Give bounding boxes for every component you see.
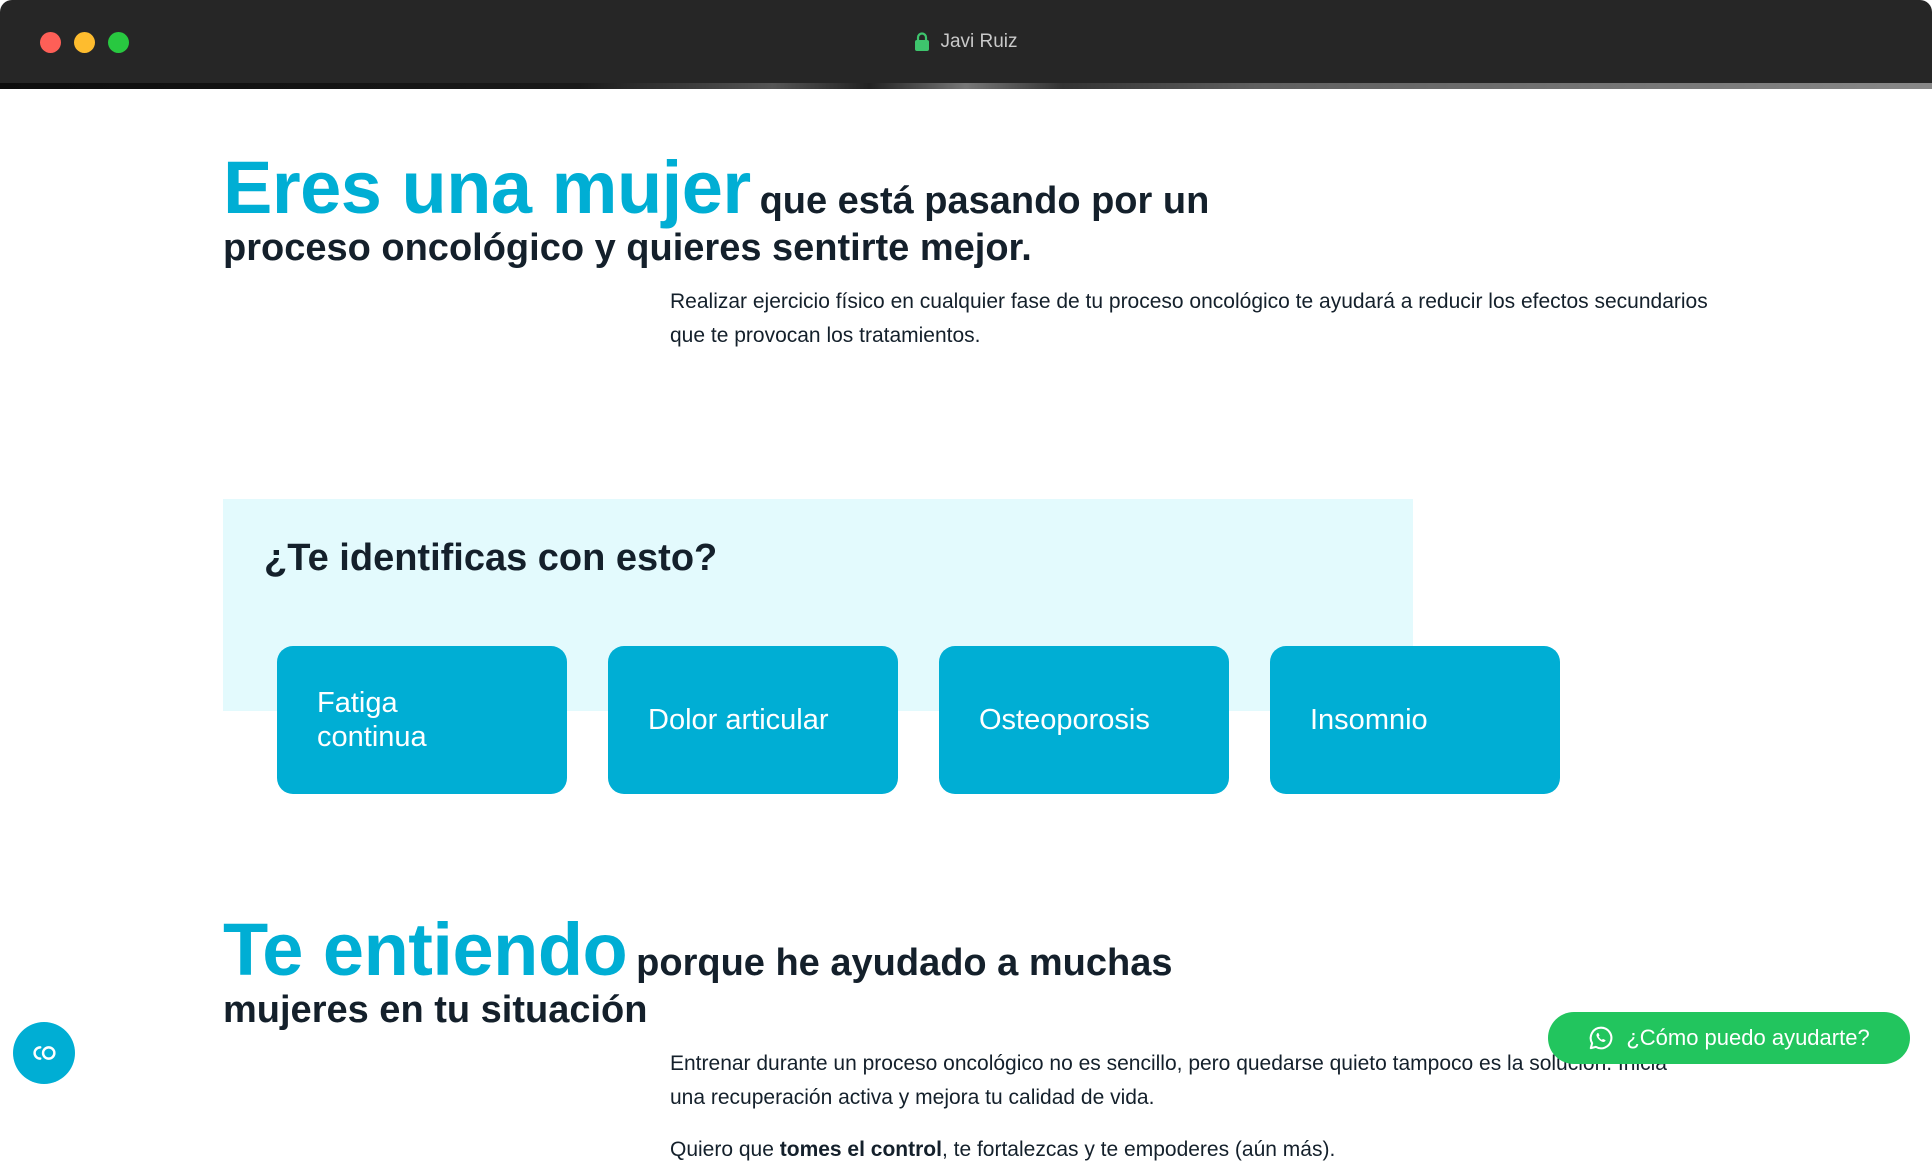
card-dolor-articular[interactable]: Dolor articular bbox=[608, 646, 898, 794]
maximize-window-button[interactable] bbox=[108, 32, 129, 53]
title-bar: Javi Ruiz bbox=[0, 0, 1932, 83]
understand-headline: Te entiendo porque he ayudado a muchas m… bbox=[223, 909, 1243, 1032]
window-title: Javi Ruiz bbox=[940, 30, 1018, 52]
close-window-button[interactable] bbox=[40, 32, 61, 53]
card-insomnio[interactable]: Insomnio bbox=[1270, 646, 1560, 794]
hero-highlight: Eres una mujer bbox=[223, 146, 751, 229]
identify-title: ¿Te identificas con esto? bbox=[264, 537, 718, 579]
window-controls bbox=[40, 32, 129, 53]
lock-icon bbox=[915, 31, 930, 51]
understand-highlight: Te entiendo bbox=[223, 908, 628, 991]
window-title-area: Javi Ruiz bbox=[914, 30, 1018, 53]
card-osteoporosis[interactable]: Osteoporosis bbox=[939, 646, 1229, 794]
card-fatiga-continua[interactable]: Fatiga continua bbox=[277, 646, 567, 794]
symptom-cards: Fatiga continua Dolor articular Osteopor… bbox=[277, 646, 1560, 794]
understand-lead: Entrenar durante un proceso oncológico n… bbox=[670, 1052, 1667, 1109]
hero-headline: Eres una mujer que está pasando por un p… bbox=[223, 147, 1273, 270]
cookie-settings-button[interactable] bbox=[13, 1022, 75, 1084]
whatsapp-icon bbox=[1590, 1026, 1613, 1050]
understand-line2-pre: Quiero que bbox=[670, 1138, 780, 1161]
understand-line2-post: , te fortalezcas y te empoderes (aún más… bbox=[941, 1138, 1336, 1161]
whatsapp-label: ¿Cómo puedo ayudarte? bbox=[1626, 1025, 1870, 1050]
understand-line2: Quiero que tomes el control, te fortalez… bbox=[670, 1133, 1730, 1167]
minimize-window-button[interactable] bbox=[74, 32, 95, 53]
whatsapp-chat-button[interactable]: ¿Cómo puedo ayudarte? bbox=[1548, 1012, 1910, 1064]
hero-lead: Realizar ejercicio físico en cualquier f… bbox=[670, 290, 1708, 347]
browser-window: Javi Ruiz Eres una mujer que está pasand… bbox=[0, 0, 1932, 1169]
page-content: Eres una mujer que está pasando por un p… bbox=[0, 89, 1932, 1169]
cookie-settings-icon bbox=[33, 1046, 56, 1060]
understand-line2-bold: tomes el control bbox=[779, 1138, 942, 1161]
